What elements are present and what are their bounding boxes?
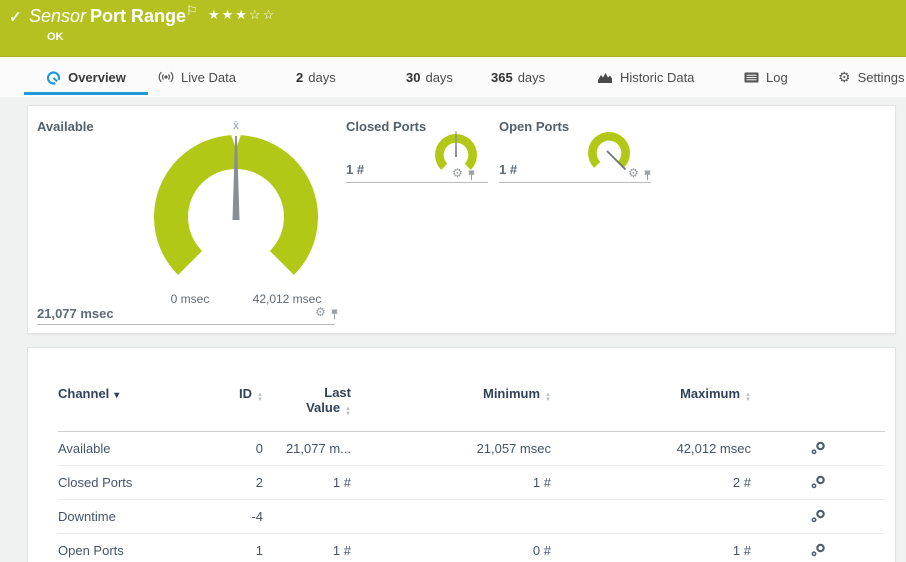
cell-minimum: 21,057 msec [476, 441, 551, 456]
tab-2-days-number: 2 [296, 69, 304, 85]
cell-last-value: 1 # [332, 475, 351, 490]
flag-icon[interactable]: ⚐ [186, 3, 198, 19]
status-check-icon: ✓ [9, 9, 22, 26]
gauge-available-value: 21,077 msec [37, 306, 114, 321]
tab-2-days-label: days [308, 69, 336, 85]
gauge-open-ports-arc [588, 132, 630, 168]
log-list-icon [744, 72, 759, 83]
cell-channel: Available [58, 441, 111, 456]
channel-settings-icon[interactable] [810, 475, 827, 490]
column-header-last-value[interactable]: Last Value ▲ ▼ [263, 385, 351, 417]
tab-30-days-label: days [425, 69, 453, 85]
tab-live-data-label: Live Data [181, 69, 236, 85]
column-header-id-label: ID [239, 386, 253, 401]
column-header-maximum[interactable]: Maximum ▲ ▼ [551, 386, 751, 403]
cell-maximum: 1 # [732, 543, 751, 558]
cell-id: 1 [255, 543, 263, 558]
cell-id: -4 [251, 509, 263, 524]
cell-id: 2 [255, 475, 263, 490]
table-row-available: Available 0 21,077 m... 21,057 msec 42,0… [58, 432, 885, 466]
channels-card: Channel ▾ ID ▲ ▼ Last Value ▲ ▼ Minimum ▲ ▼ Max… [27, 347, 896, 562]
table-header-row: Channel ▾ ID ▲ ▼ Last Value ▲ ▼ Minimum ▲ ▼ Max… [58, 385, 885, 432]
tab-bar: Overview Live Data 2 days 30 days 365 da… [0, 57, 906, 97]
tab-30-days-number: 30 [406, 69, 421, 85]
gauge-open-ports-value: 1 # [499, 162, 518, 177]
gauge-max-label: 42,012 msec [252, 292, 322, 306]
column-header-minimum-label: Minimum [482, 386, 541, 401]
column-header-id[interactable]: ID ▲ ▼ [208, 386, 263, 403]
overview-card: Available x̄ 0 msec 42,012 msec 21,077 m… [27, 105, 896, 334]
active-tab-underline [24, 92, 148, 95]
cell-last-value: 1 # [332, 543, 351, 558]
sensor-kind-label: Sensor [29, 6, 87, 26]
gauge-gear-icon[interactable]: ⚙ [628, 167, 639, 179]
column-header-value-label: Value [306, 400, 341, 415]
cell-channel: Closed Ports [58, 475, 133, 490]
cell-channel: Open Ports [58, 543, 124, 558]
tab-historic-data-label: Historic Data [620, 69, 695, 85]
gauge-gear-icon[interactable]: ⚙ [315, 306, 326, 318]
tab-365-days-label: days [517, 69, 546, 85]
gauge-divider [346, 182, 488, 183]
priority-stars[interactable]: ★★★☆☆ [208, 7, 276, 23]
sort-icon: ▲ ▼ [345, 406, 351, 417]
tab-2-days[interactable]: 2 days [296, 57, 336, 97]
gauge-divider [37, 324, 335, 325]
gauge-pin-icon[interactable] [330, 309, 339, 320]
channel-settings-icon[interactable] [810, 509, 827, 524]
channel-settings-icon[interactable] [810, 441, 827, 456]
tab-365-days-number: 365 [491, 69, 513, 85]
channels-table: Channel ▾ ID ▲ ▼ Last Value ▲ ▼ Minimum ▲ ▼ Max… [58, 385, 885, 562]
tab-365-days[interactable]: 365 days [491, 57, 545, 97]
column-header-minimum[interactable]: Minimum ▲ ▼ [351, 386, 551, 403]
gauge-available-title: Available [37, 119, 94, 134]
gauge-available-dial: x̄ [153, 120, 318, 275]
settings-gear-icon: ⚙ [838, 68, 851, 85]
historic-chart-icon [597, 71, 613, 84]
cell-last-value: 21,077 m... [285, 441, 351, 456]
sensor-header: ✓ Sensor Port Range ⚐ ★★★☆☆ OK [0, 0, 906, 57]
sort-desc-icon: ▾ [114, 390, 120, 401]
tab-settings[interactable]: ⚙ Settings [838, 57, 905, 97]
cell-id: 0 [255, 441, 263, 456]
gauge-open-ports-dial [588, 132, 630, 171]
gauge-closed-ports-title: Closed Ports [346, 119, 427, 134]
tab-live-data[interactable]: Live Data [158, 57, 236, 97]
column-header-channel-label: Channel [58, 386, 110, 401]
gauge-pin-icon[interactable] [467, 170, 476, 181]
mean-marker: x̄ [233, 120, 239, 132]
cell-maximum: 2 # [732, 475, 751, 490]
page-background: { "header": { "status_icon": "✓", "kind"… [0, 0, 906, 562]
channel-settings-icon[interactable] [810, 543, 827, 558]
gauge-pin-icon[interactable] [643, 170, 652, 181]
gauge-min-label: 0 msec [170, 292, 210, 306]
gauge-divider [499, 182, 651, 183]
table-row-open-ports: Open Ports 1 1 # 0 # 1 # [58, 534, 885, 562]
gauge-open-ports-title: Open Ports [499, 119, 570, 134]
live-data-icon [158, 71, 174, 83]
column-header-channel[interactable]: Channel ▾ [58, 386, 208, 401]
column-header-maximum-label: Maximum [680, 386, 741, 401]
table-row-downtime: Downtime -4 [58, 500, 885, 534]
tab-overview[interactable]: Overview [24, 57, 148, 97]
cell-minimum: 1 # [532, 475, 551, 490]
tab-30-days[interactable]: 30 days [406, 57, 453, 97]
cell-channel: Downtime [58, 509, 116, 524]
tab-historic-data[interactable]: Historic Data [597, 57, 694, 97]
sensor-status-badge: OK [47, 31, 64, 43]
table-row-closed-ports: Closed Ports 2 1 # 1 # 2 # [58, 466, 885, 500]
tab-settings-label: Settings [857, 69, 905, 85]
sort-icon: ▲ ▼ [745, 392, 751, 403]
gauge-gear-icon[interactable]: ⚙ [452, 167, 463, 179]
sensor-title: Port Range [90, 6, 187, 26]
column-header-last-label: Last [324, 385, 351, 400]
gauge-icon [46, 70, 61, 85]
tab-overview-label: Overview [68, 69, 126, 85]
cell-maximum: 42,012 msec [676, 441, 751, 456]
cell-minimum: 0 # [532, 543, 551, 558]
tab-log[interactable]: Log [744, 57, 788, 97]
gauge-closed-ports-value: 1 # [346, 162, 365, 177]
tab-log-label: Log [766, 69, 788, 85]
